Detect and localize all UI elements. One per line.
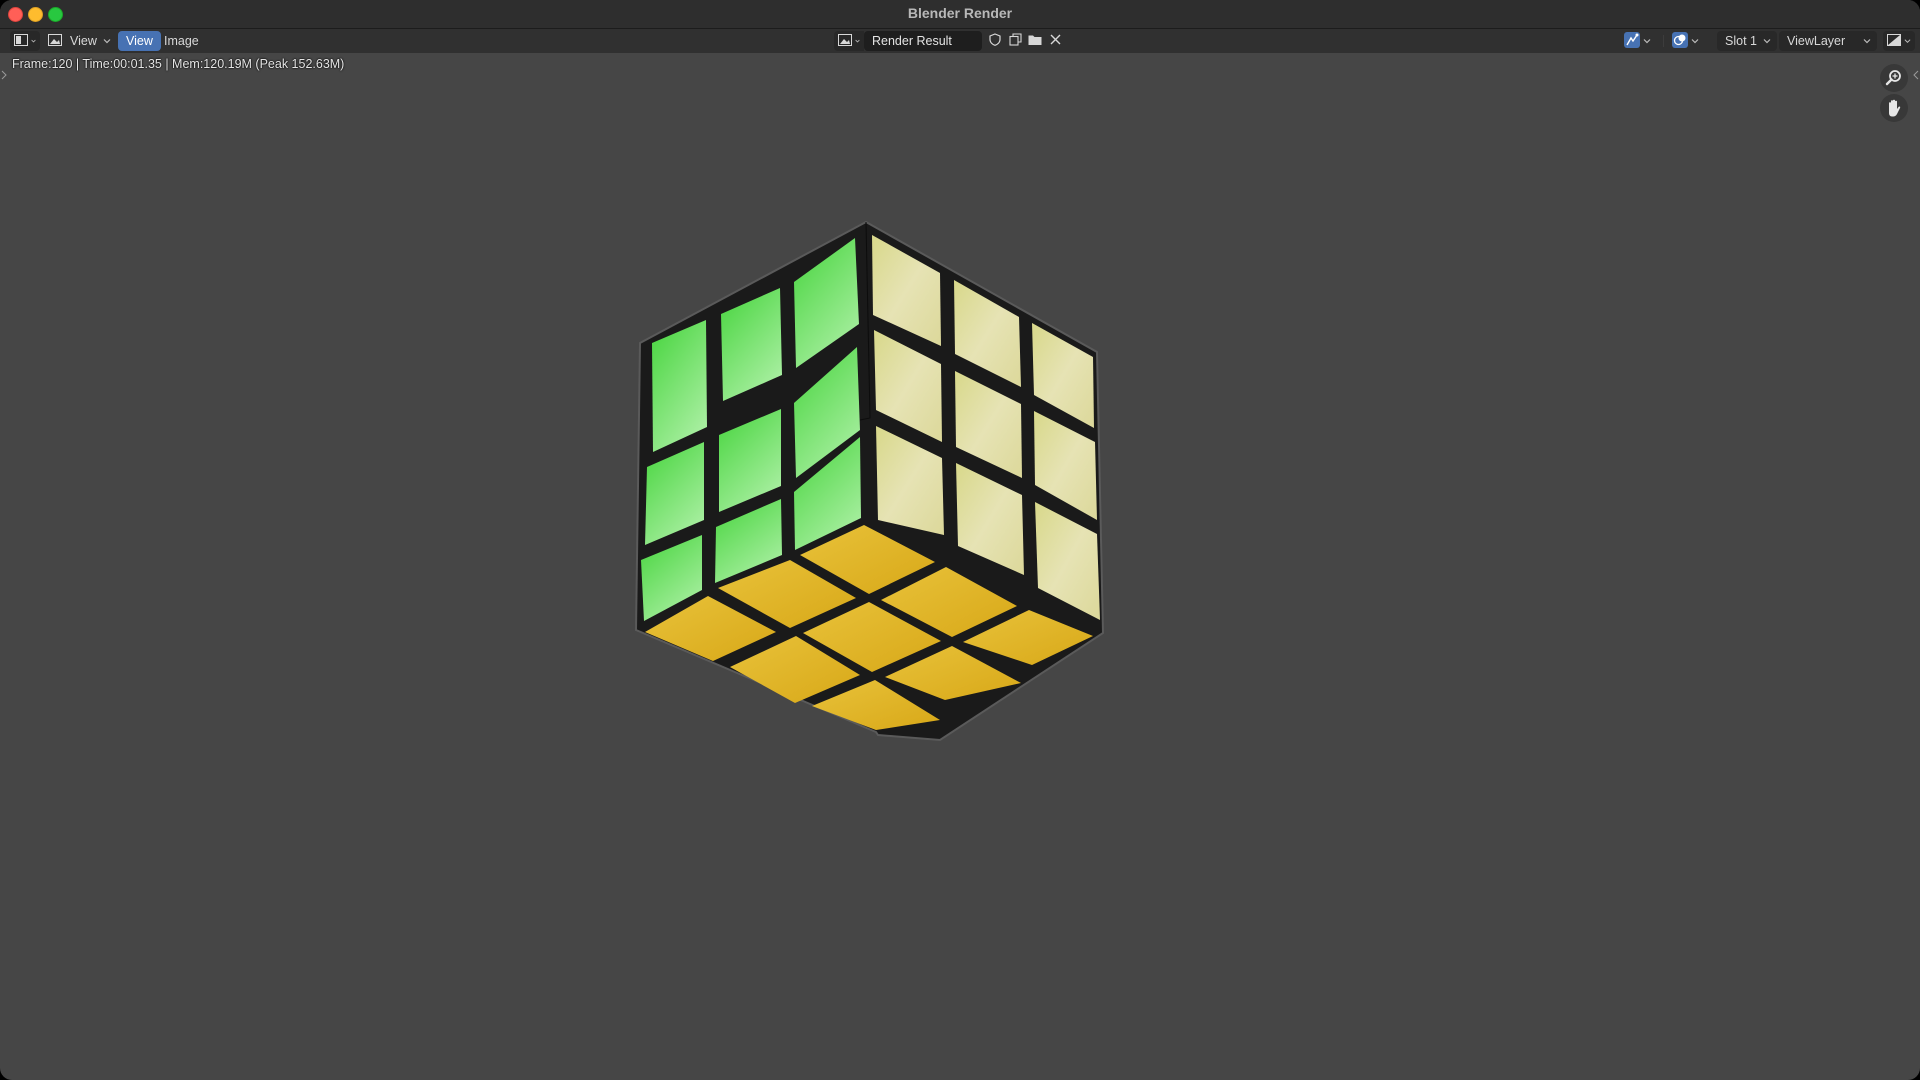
blender-window: Blender Render View View Image Render Re…	[0, 0, 1920, 1080]
render-result-image	[634, 220, 1105, 742]
